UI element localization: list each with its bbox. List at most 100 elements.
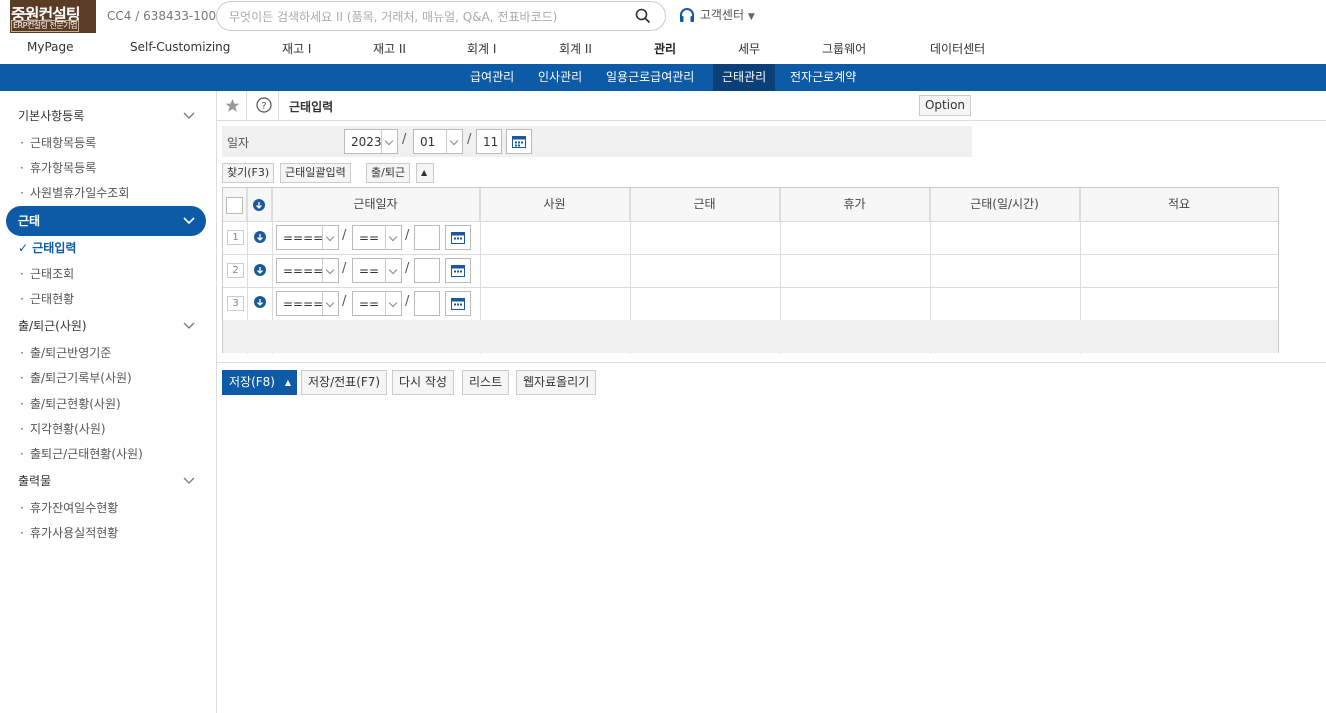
customer-center-menu[interactable]: 고객센터 ▼ — [678, 6, 755, 26]
svg-text:?: ? — [261, 101, 266, 112]
calendar-icon — [512, 136, 526, 148]
row-month-select[interactable]: == — [352, 225, 402, 250]
chevron-down-icon[interactable] — [183, 322, 195, 330]
row-calendar-button[interactable] — [445, 225, 471, 250]
sidebar-item-leave-item-reg[interactable]: · 휴가항목등록 — [20, 159, 96, 176]
row-day-input[interactable] — [414, 258, 440, 283]
save-button[interactable]: 저장(F8) ▲ — [222, 370, 297, 395]
row-year-select[interactable]: ==== — [276, 258, 339, 283]
menu-accounting-2[interactable]: 회계 II — [559, 40, 592, 57]
row-day-input[interactable] — [414, 291, 440, 316]
sidebar-group-print[interactable]: 출력물 — [18, 472, 51, 489]
row-calendar-button[interactable] — [445, 258, 471, 283]
submenu-attendance[interactable]: 근태관리 — [713, 64, 776, 91]
chevron-down-icon[interactable] — [183, 112, 195, 120]
find-button[interactable]: 찾기(F3) — [222, 163, 275, 183]
sidebar-group-basic[interactable]: 기본사항등록 — [18, 107, 84, 124]
search-icon[interactable] — [635, 8, 651, 24]
menu-groupware[interactable]: 그룹웨어 — [822, 40, 866, 57]
arrow-down-circle-icon[interactable] — [254, 231, 266, 243]
bulk-input-button[interactable]: 근태일괄입력 — [280, 163, 351, 183]
menu-tax[interactable]: 세무 — [738, 40, 760, 57]
sidebar-item-late-status[interactable]: · 지각현황(사원) — [20, 420, 106, 437]
sidebar-item-label: 근태현황 — [30, 292, 75, 306]
chevron-down-icon — [322, 226, 338, 249]
sidebar-item-leave-usage[interactable]: · 휴가사용실적현황 — [20, 524, 118, 541]
row-calendar-button[interactable] — [445, 291, 471, 316]
inout-dropdown-toggle[interactable]: ▲ — [416, 163, 434, 183]
menu-self-customizing[interactable]: Self-Customizing — [130, 40, 230, 54]
sidebar-group-attendance[interactable]: 근태 — [6, 206, 206, 236]
sidebar-item-leave-remaining[interactable]: · 휴가잔여일수현황 — [20, 499, 118, 516]
submenu-daily-payroll[interactable]: 일용근로급여관리 — [597, 64, 703, 91]
menu-mypage[interactable]: MyPage — [27, 40, 74, 54]
menu-accounting-1[interactable]: 회계 I — [467, 40, 496, 57]
arrow-down-circle-icon[interactable] — [253, 199, 265, 211]
chevron-down-icon[interactable] — [183, 477, 195, 485]
column-header-date: 근태일자 — [272, 188, 480, 221]
calendar-icon — [451, 232, 465, 244]
calendar-icon — [451, 298, 465, 310]
row-month-value: == — [359, 297, 380, 311]
inout-button[interactable]: 출/퇴근 — [366, 163, 411, 183]
menu-inventory-2[interactable]: 재고 II — [373, 40, 406, 57]
check-icon: ✓ — [18, 241, 29, 255]
sidebar-item-inout-record[interactable]: · 출/퇴근기록부(사원) — [20, 369, 132, 386]
chevron-down-icon — [385, 226, 401, 249]
menu-data-center[interactable]: 데이터센터 — [930, 40, 985, 57]
calendar-button[interactable] — [506, 129, 532, 154]
sidebar-item-label: 근태조회 — [30, 267, 75, 281]
arrow-down-circle-icon[interactable] — [254, 296, 266, 308]
arrow-down-circle-icon[interactable] — [254, 264, 266, 276]
chevron-down-icon — [322, 292, 338, 315]
day-input[interactable]: 11 — [476, 129, 502, 154]
row-number: 2 — [227, 263, 244, 278]
year-value: 2023 — [351, 135, 382, 149]
sidebar-item-attendance-item-reg[interactable]: · 근태항목등록 — [20, 134, 96, 151]
menu-inventory-1[interactable]: 재고 I — [282, 40, 311, 57]
chevron-down-icon — [381, 130, 397, 153]
search-box[interactable] — [216, 1, 666, 31]
page-title: 근태입력 — [289, 100, 334, 114]
web-upload-button[interactable]: 웹자료올리기 — [516, 370, 597, 395]
row-year-select[interactable]: ==== — [276, 225, 339, 250]
date-separator: / — [405, 261, 410, 276]
row-month-select[interactable]: == — [352, 258, 402, 283]
star-icon[interactable] — [225, 98, 240, 113]
sidebar-item-label: 지각현황(사원) — [30, 422, 106, 436]
caret-up-icon: ▲ — [284, 378, 291, 387]
caret-up-icon: ▲ — [421, 168, 428, 177]
select-all-checkbox[interactable] — [226, 197, 243, 214]
row-month-select[interactable]: == — [352, 291, 402, 316]
row-number: 1 — [227, 230, 244, 245]
month-select[interactable]: 01 — [413, 129, 463, 154]
save-slip-button[interactable]: 저장/전표(F7) — [301, 370, 388, 395]
sidebar-item-attendance-view[interactable]: · 근태조회 — [20, 265, 74, 282]
sidebar-item-attendance-input[interactable]: ✓ 근태입력 — [18, 239, 76, 256]
submenu-hr[interactable]: 인사관리 — [529, 64, 591, 91]
date-separator: / — [342, 294, 347, 309]
sidebar-item-label: 휴가사용실적현황 — [30, 526, 119, 540]
sidebar-item-label: 출퇴근/근태현황(사원) — [30, 447, 143, 461]
sidebar-item-attendance-status[interactable]: · 근태현황 — [20, 290, 74, 307]
row-year-select[interactable]: ==== — [276, 291, 339, 316]
list-button[interactable]: 리스트 — [462, 370, 510, 395]
help-icon[interactable]: ? — [256, 97, 272, 113]
main-content: ? 근태입력 Option 일자 2023 / 01 / 11 찾기(F3) 근… — [217, 91, 1326, 713]
sidebar-item-inout-status[interactable]: · 출/퇴근현황(사원) — [20, 395, 121, 412]
submenu-payroll[interactable]: 급여관리 — [461, 64, 523, 91]
rewrite-button[interactable]: 다시 작성 — [392, 370, 454, 395]
company-logo[interactable]: 중원컨설팅 ERP컨설팅 전문기업 — [10, 0, 96, 33]
row-day-input[interactable] — [414, 225, 440, 250]
sidebar-item-inout-criteria[interactable]: · 출/퇴근반영기준 — [20, 344, 111, 361]
sidebar-item-inout-attendance-status[interactable]: · 출퇴근/근태현황(사원) — [20, 445, 143, 462]
sidebar-item-leave-days[interactable]: · 사원별휴가일수조회 — [20, 184, 129, 201]
submenu-e-contract[interactable]: 전자근로계약 — [781, 64, 865, 91]
sidebar-group-inout[interactable]: 출/퇴근(사원) — [18, 317, 87, 334]
sidebar-item-label: 근태입력 — [32, 241, 77, 255]
menu-management[interactable]: 관리 — [654, 40, 676, 57]
search-input[interactable] — [229, 8, 629, 25]
column-header-attendance: 근태 — [630, 188, 780, 221]
year-select[interactable]: 2023 — [344, 129, 398, 154]
option-button[interactable]: Option — [919, 95, 971, 116]
